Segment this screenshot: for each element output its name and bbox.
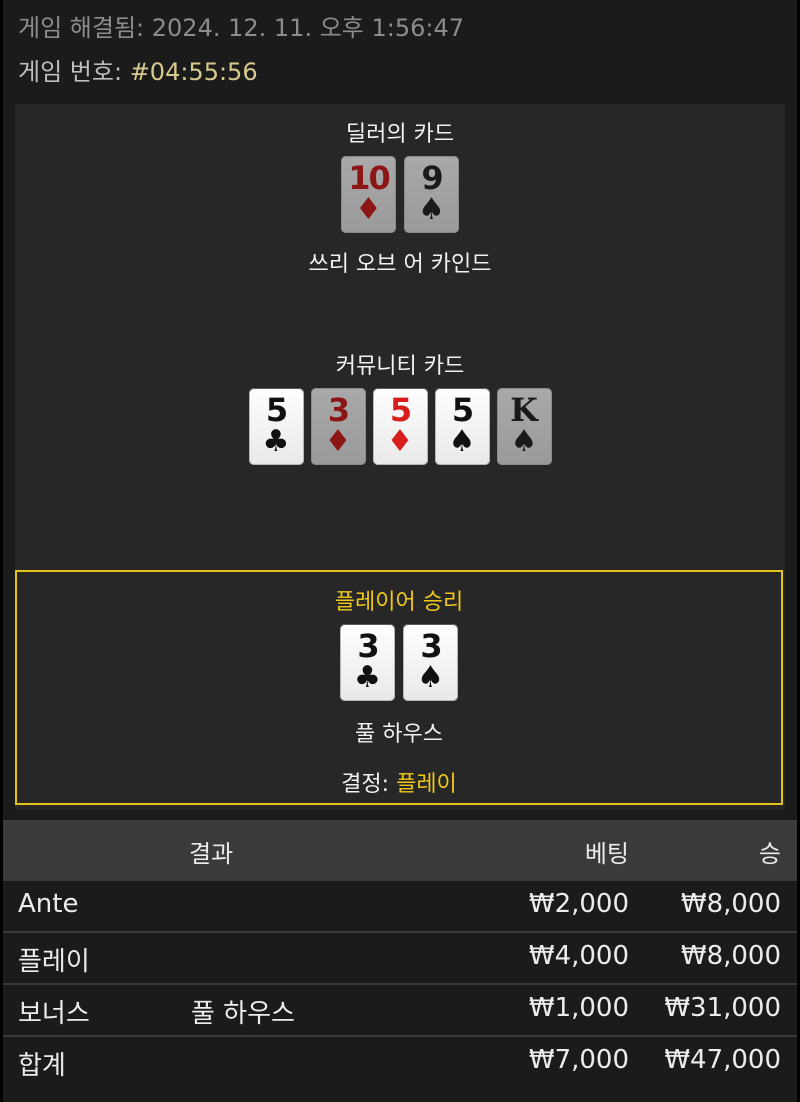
card-rank: 10 [348,159,391,197]
diamond-icon: ♦ [386,424,414,459]
community-card-3: 5 ♦ [372,388,428,465]
header-bet: 베팅 [584,840,629,868]
community-cards: 5 ♣ 3 ♦ 5 ♦ 5 ♠ K ♠ [15,388,785,465]
dealer-hand: 쓰리 오브 어 카인드 [308,252,492,277]
community-title: 커뮤니티 카드 [335,354,465,379]
dealer-card-1: 10 ♦ [341,156,396,233]
spade-icon: ♠ [510,424,538,459]
results-table: 결과 베팅 승 Ante ₩2,000 ₩8,000 플레이 ₩4,000 ₩8… [3,820,797,1087]
resolved-timestamp: 게임 해결됨: 2024. 12. 11. 오후 1:56:47 [18,8,464,43]
card-rank: 3 [420,627,442,665]
player-card-2: 3 ♠ [403,624,458,701]
card-rank: 5 [265,391,288,429]
row-label: 보너스 [18,999,90,1029]
table-row: Ante ₩2,000 ₩8,000 [3,879,797,931]
community-card-5: K ♠ [496,388,552,465]
row-bet: ₩7,000 [528,1045,629,1075]
player-card-1: 3 ♣ [340,624,395,701]
header-result: 결과 [189,840,234,868]
dealer-cards: 10 ♦ 9 ♠ [15,156,785,233]
dealer-title: 딜러의 카드 [345,122,455,147]
row-label: 합계 [18,1051,66,1081]
player-hand: 풀 하우스 [355,722,443,747]
table-row-total: 합계 ₩7,000 ₩47,000 [3,1035,797,1087]
row-bet: ₩2,000 [528,889,629,919]
player-title: 플레이어 승리 [334,590,464,615]
row-win: ₩47,000 [664,1045,781,1075]
community-card-1: 5 ♣ [248,388,304,465]
decision: 결정: 플레이 [17,766,781,798]
player-cards: 3 ♣ 3 ♠ [17,624,781,701]
spade-icon: ♠ [418,192,445,227]
card-rank: 5 [389,391,412,429]
resolved-value: 2024. 12. 11. 오후 1:56:47 [151,14,465,42]
spade-icon: ♠ [417,660,444,695]
spade-icon: ♠ [448,424,476,459]
header-win: 승 [758,840,781,868]
card-rank: 3 [357,627,379,665]
results-header: 결과 베팅 승 [3,820,797,879]
community-card-4: 5 ♠ [434,388,490,465]
player-winner-box: 플레이어 승리 3 ♣ 3 ♠ 풀 하우스 결정: 플레이 [15,570,783,805]
game-number: 게임 번호: #04:55:56 [18,52,258,87]
row-label: Ante [18,889,79,919]
club-icon: ♣ [262,424,290,459]
table-row: 보너스 풀 하우스 ₩1,000 ₩31,000 [3,983,797,1035]
decision-label: 결정: [341,772,390,797]
row-bet: ₩1,000 [528,993,629,1023]
club-icon: ♣ [354,660,381,695]
game-number-value: #04:55:56 [129,58,258,86]
row-desc: 풀 하우스 [191,999,295,1029]
community-card-2: 3 ♦ [310,388,366,465]
card-rank: 3 [327,391,350,429]
resolved-label: 게임 해결됨: [18,14,145,42]
decision-value: 플레이 [396,772,457,797]
game-number-label: 게임 번호: [18,58,123,86]
row-bet: ₩4,000 [528,941,629,971]
dealer-card-2: 9 ♠ [404,156,459,233]
card-rank: K [510,391,538,429]
row-win: ₩31,000 [664,993,781,1023]
card-rank: 9 [421,159,443,197]
table-row: 플레이 ₩4,000 ₩8,000 [3,931,797,983]
diamond-icon: ♦ [324,424,352,459]
row-label: 플레이 [18,947,90,977]
card-rank: 5 [451,391,474,429]
diamond-icon: ♦ [355,192,382,227]
row-win: ₩8,000 [680,889,781,919]
row-win: ₩8,000 [680,941,781,971]
